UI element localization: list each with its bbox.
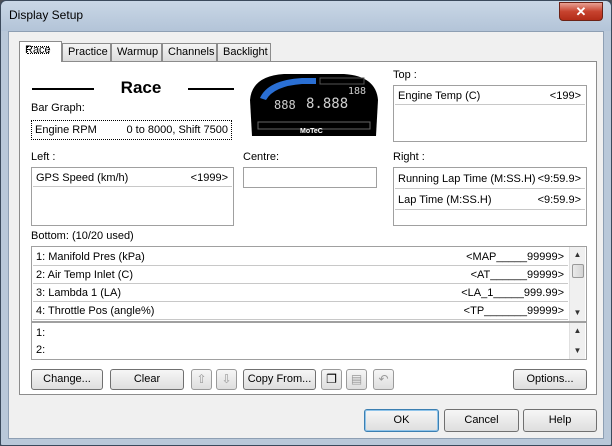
right-list[interactable]: Running Lap Time (M:SS.H) <9:59.9> Lap T… <box>393 167 587 226</box>
move-down-arrow-icon[interactable]: ⇩ <box>216 369 237 390</box>
item-value: <1999> <box>190 172 228 184</box>
item-channel: 2: Air Temp Inlet (C) <box>36 269 133 281</box>
bottom-list[interactable]: 1: Manifold Pres (kPa) <MAP_____99999> 2… <box>31 246 587 322</box>
list-item[interactable]: Lap Time (M:SS.H) <9:59.9> <box>395 190 585 210</box>
paste-icon[interactable]: ▤ <box>346 369 367 390</box>
tab-practice[interactable]: Practice <box>62 43 111 61</box>
undo-icon[interactable]: ↶ <box>373 369 394 390</box>
bar-graph-field[interactable]: Engine RPM 0 to 8000, Shift 7500 <box>31 120 232 140</box>
bar-graph-label: Bar Graph: <box>31 102 85 114</box>
cancel-button[interactable]: Cancel <box>444 409 519 432</box>
item-value: <MAP_____99999> <box>466 251 564 263</box>
top-list[interactable]: Engine Temp (C) <199> <box>393 85 587 142</box>
item-channel: Engine Temp (C) <box>398 90 481 102</box>
top-label: Top : <box>393 69 417 81</box>
list-item[interactable]: 3: Lambda 1 (LA) <LA_1_____999.99> <box>33 284 568 302</box>
item-value: <AT______99999> <box>470 269 564 281</box>
options-button[interactable]: Options... <box>513 369 587 390</box>
display-setup-window: Display Setup ✕ Race Practice Warmup Cha… <box>0 0 612 446</box>
window-title: Display Setup <box>9 8 84 22</box>
scroll-up-arrow-icon[interactable]: ▲ <box>570 247 585 263</box>
list-item[interactable]: 2: <box>33 341 568 359</box>
item-channel: 1: Manifold Pres (kPa) <box>36 251 145 263</box>
bottom-lines-list[interactable]: 1: 2: ▲ ▼ <box>31 322 587 360</box>
item-value: <9:59.9> <box>537 194 581 206</box>
bar-graph-channel: Engine RPM <box>35 124 97 136</box>
centre-label: Centre: <box>243 151 280 163</box>
dash-digits-left: 888 <box>274 98 296 112</box>
race-tab-panel: Race Bar Graph: Engine RPM 0 to 8000, Sh… <box>19 61 597 395</box>
dash-preview: 888 8.888 188 MoTeC <box>244 70 384 138</box>
scroll-up-arrow-icon[interactable]: ▲ <box>570 323 585 339</box>
item-value: <TP_______99999> <box>463 305 564 317</box>
heading-rule-left <box>32 88 94 90</box>
bar-graph-value: 0 to 8000, Shift 7500 <box>126 124 228 136</box>
item-value: <9:59.9> <box>537 173 581 185</box>
item-value: <199> <box>549 90 581 102</box>
dash-brand-logo: MoTeC <box>300 128 323 135</box>
list-item[interactable]: 1: <box>33 324 568 342</box>
list-item[interactable]: GPS Speed (km/h) <1999> <box>33 169 232 187</box>
copy-icon[interactable]: ❐ <box>321 369 342 390</box>
dialog-client: Race Practice Warmup Channels Backlight … <box>8 31 604 439</box>
bottom-list-scrollbar[interactable]: ▲ ▼ <box>569 247 585 321</box>
item-channel: 1: <box>36 327 46 339</box>
help-button[interactable]: Help <box>523 409 597 432</box>
list-item[interactable]: 2: Air Temp Inlet (C) <AT______99999> <box>33 266 568 284</box>
title-bar: Display Setup ✕ <box>1 1 611 31</box>
clear-button[interactable]: Clear <box>110 369 184 390</box>
item-channel: 4: Throttle Pos (angle%) <box>36 305 155 317</box>
item-channel: GPS Speed (km/h) <box>36 172 129 184</box>
list-item[interactable]: Running Lap Time (M:SS.H) <9:59.9> <box>395 169 585 189</box>
right-label: Right : <box>393 151 425 163</box>
scroll-down-arrow-icon[interactable]: ▼ <box>570 305 585 321</box>
change-button[interactable]: Change... <box>31 369 103 390</box>
copy-from-button[interactable]: Copy From... <box>243 369 316 390</box>
left-list[interactable]: GPS Speed (km/h) <1999> <box>31 167 234 226</box>
tab-race-label: Race <box>25 44 51 56</box>
list-item[interactable]: 4: Throttle Pos (angle%) <TP_______99999… <box>33 302 568 320</box>
list-item[interactable]: 1: Manifold Pres (kPa) <MAP_____99999> <box>33 248 568 266</box>
left-label: Left : <box>31 151 56 163</box>
dash-digits-right: 188 <box>348 86 367 97</box>
scroll-down-arrow-icon[interactable]: ▼ <box>570 343 585 359</box>
bottom-lines-scrollbar[interactable]: ▲ ▼ <box>569 323 585 359</box>
centre-list[interactable] <box>243 167 377 188</box>
item-channel: 3: Lambda 1 (LA) <box>36 287 121 299</box>
dash-digits-mid: 8.888 <box>306 96 349 112</box>
close-button[interactable]: ✕ <box>559 2 603 21</box>
tab-warmup[interactable]: Warmup <box>111 43 162 61</box>
bottom-label: Bottom: (10/20 used) <box>31 230 134 242</box>
tab-channels[interactable]: Channels <box>162 43 217 61</box>
change-button-label: Change... <box>43 373 91 385</box>
heading-rule-right <box>188 88 234 90</box>
page-heading: Race <box>120 78 162 97</box>
scroll-thumb[interactable] <box>572 264 584 278</box>
item-value: <LA_1_____999.99> <box>461 287 564 299</box>
item-channel: Lap Time (M:SS.H) <box>398 194 492 206</box>
list-item[interactable]: Engine Temp (C) <199> <box>395 87 585 105</box>
item-channel: Running Lap Time (M:SS.H) <box>398 173 536 185</box>
tab-backlight[interactable]: Backlight <box>217 43 271 61</box>
ok-button[interactable]: OK <box>364 409 439 432</box>
tab-race[interactable]: Race <box>19 41 62 62</box>
move-up-arrow-icon[interactable]: ⇧ <box>191 369 212 390</box>
item-channel: 2: <box>36 344 46 356</box>
